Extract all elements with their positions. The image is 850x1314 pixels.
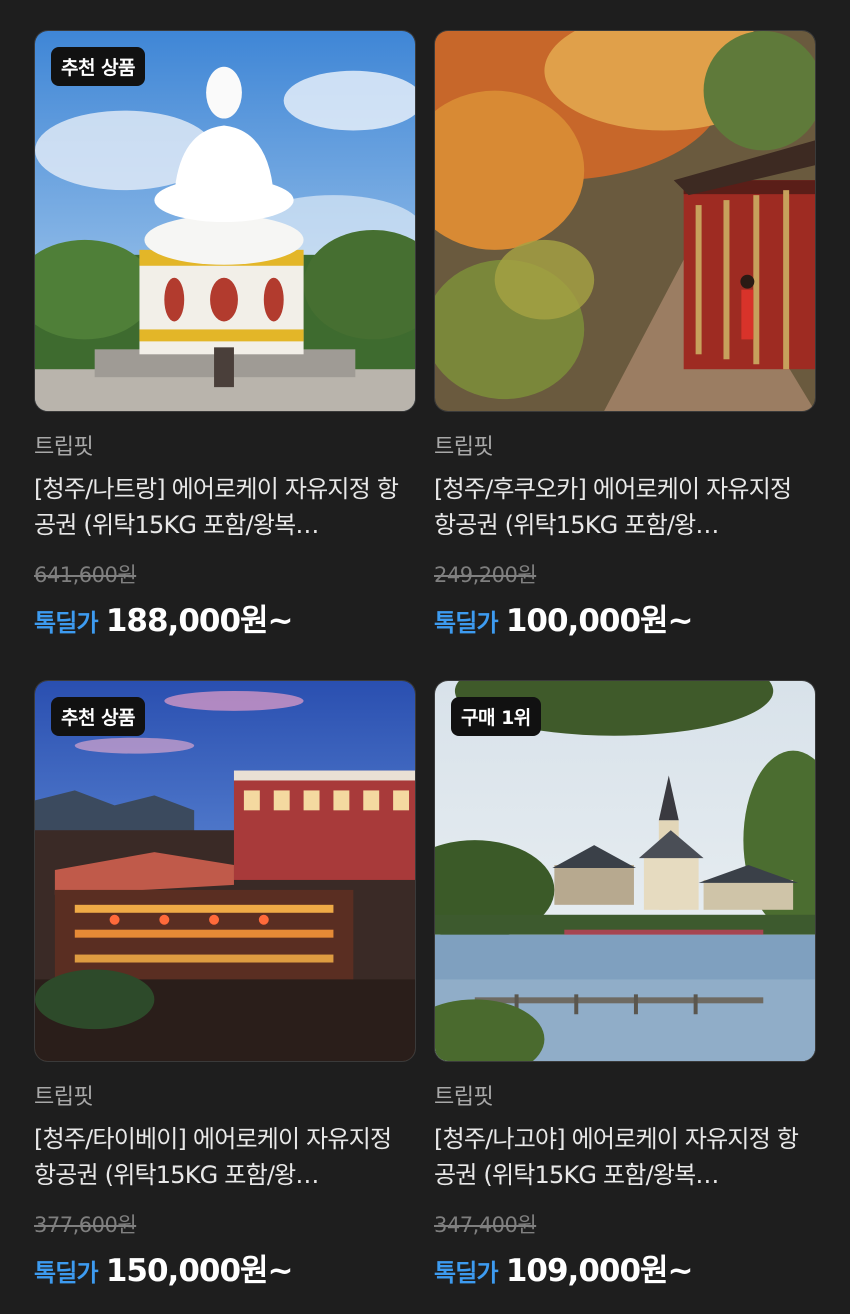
deal-label: 톡딜가 xyxy=(434,1259,499,1287)
deal-label: 톡딜가 xyxy=(434,609,499,637)
original-price: 249,200원 xyxy=(434,563,537,587)
product-grid: 추천 상품 트립핏 [청주/나트랑] 에어로케이 자유지정 항공권 (위탁15K… xyxy=(34,30,816,1310)
product-card-nhatrang[interactable]: 추천 상품 트립핏 [청주/나트랑] 에어로케이 자유지정 항공권 (위탁15K… xyxy=(34,30,416,660)
seller-name: 트립핏 xyxy=(34,435,94,460)
recommended-badge: 추천 상품 xyxy=(51,697,146,736)
original-price: 377,600원 xyxy=(34,1213,137,1237)
product-image[interactable]: 추천 상품 xyxy=(34,30,416,412)
product-card-fukuoka[interactable]: 트립핏 [청주/후쿠오카] 에어로케이 자유지정 항공권 (위탁15KG 포함/… xyxy=(434,30,816,660)
price-row: 톡딜가 109,000원~ xyxy=(434,1245,816,1290)
jiufen-night-image xyxy=(35,681,415,1061)
deal-price: 100,000원~ xyxy=(505,603,694,639)
product-title[interactable]: [청주/나트랑] 에어로케이 자유지정 항공권 (위탁15KG 포함/왕복… xyxy=(34,471,416,543)
seller-name: 트립핏 xyxy=(434,435,494,460)
buddha-statue-image xyxy=(35,31,415,411)
price-row: 톡딜가 188,000원~ xyxy=(34,595,416,640)
chapel-lake-image xyxy=(435,681,815,1061)
product-image[interactable]: 추천 상품 xyxy=(34,680,416,1062)
product-title[interactable]: [청주/나고야] 에어로케이 자유지정 항공권 (위탁15KG 포함/왕복… xyxy=(434,1121,816,1193)
original-price: 347,400원 xyxy=(434,1213,537,1237)
product-title[interactable]: [청주/타이베이] 에어로케이 자유지정 항공권 (위탁15KG 포함/왕… xyxy=(34,1121,416,1193)
price-row: 톡딜가 150,000원~ xyxy=(34,1245,416,1290)
deal-price: 109,000원~ xyxy=(505,1253,694,1289)
product-card-nagoya[interactable]: 구매 1위 트립핏 [청주/나고야] 에어로케이 자유지정 항공권 (위탁15K… xyxy=(434,680,816,1310)
product-image[interactable]: 구매 1위 xyxy=(434,680,816,1062)
best-seller-badge: 구매 1위 xyxy=(451,697,541,736)
deal-price: 188,000원~ xyxy=(105,603,294,639)
original-price: 641,600원 xyxy=(34,563,137,587)
deal-label: 톡딜가 xyxy=(34,609,99,637)
autumn-shrine-image xyxy=(435,31,815,411)
recommended-badge: 추천 상품 xyxy=(51,47,146,86)
deal-price: 150,000원~ xyxy=(105,1253,294,1289)
price-row: 톡딜가 100,000원~ xyxy=(434,595,816,640)
product-image[interactable] xyxy=(434,30,816,412)
deal-label: 톡딜가 xyxy=(34,1259,99,1287)
seller-name: 트립핏 xyxy=(34,1085,94,1110)
product-card-taipei[interactable]: 추천 상품 트립핏 [청주/타이베이] 에어로케이 자유지정 항공권 (위탁15… xyxy=(34,680,416,1310)
seller-name: 트립핏 xyxy=(434,1085,494,1110)
product-title[interactable]: [청주/후쿠오카] 에어로케이 자유지정 항공권 (위탁15KG 포함/왕… xyxy=(434,471,816,543)
